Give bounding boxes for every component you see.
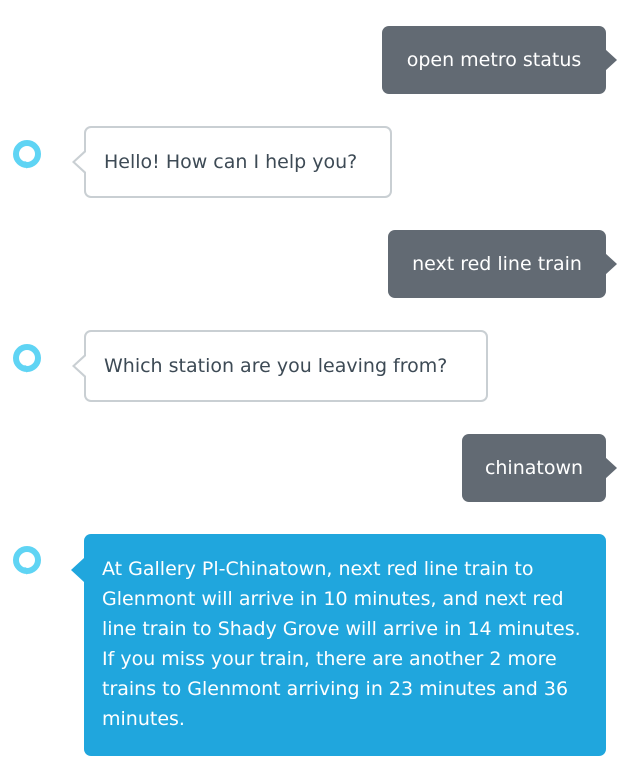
user-message-text: next red line train (412, 253, 582, 275)
assistant-response-highlight: At Gallery Pl-Chinatown, next red line t… (71, 534, 606, 756)
assistant-message-text: At Gallery Pl-Chinatown, next red line t… (102, 558, 581, 730)
assistant-message-text: Which station are you leaving from? (104, 355, 448, 377)
user-message-text: open metro status (406, 49, 582, 71)
alexa-ring-icon (13, 344, 41, 372)
chat-transcript: open metro status Hello! How can I help … (0, 0, 638, 776)
assistant-message-text: Hello! How can I help you? (104, 151, 358, 173)
assistant-message: Which station are you leaving from? (72, 330, 488, 402)
user-message: chinatown (462, 434, 617, 502)
assistant-message: Hello! How can I help you? (72, 126, 392, 198)
alexa-ring-icon (13, 140, 41, 168)
user-message-text: chinatown (484, 457, 584, 479)
user-message: next red line train (388, 230, 617, 298)
alexa-ring-icon (13, 546, 41, 574)
user-message: open metro status (382, 26, 617, 94)
